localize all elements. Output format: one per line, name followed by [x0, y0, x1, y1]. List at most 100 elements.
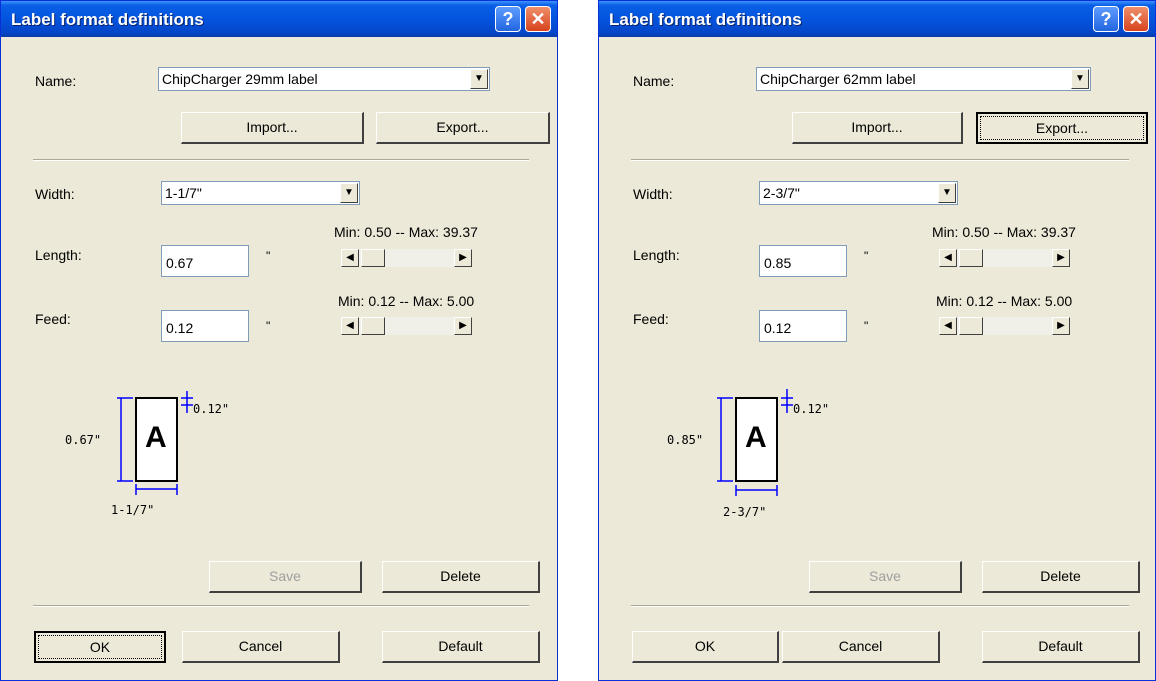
- import-label: Import...: [246, 119, 298, 135]
- chevron-down-icon[interactable]: ▼: [1071, 69, 1089, 89]
- preview-width-label: 1-1/7": [111, 503, 155, 517]
- preview-feed-label: 0.12": [793, 402, 830, 416]
- separator: [33, 605, 529, 607]
- feed-value: 0.12: [166, 320, 194, 336]
- ok-label: OK: [89, 639, 111, 655]
- cancel-button[interactable]: Cancel: [182, 631, 340, 663]
- delete-label: Delete: [1040, 568, 1081, 584]
- ok-button[interactable]: OK: [34, 631, 166, 663]
- name-value: ChipCharger 29mm label: [162, 71, 318, 87]
- import-label: Import...: [851, 119, 903, 135]
- export-label: Export...: [436, 119, 489, 135]
- feed-input[interactable]: 0.12: [759, 310, 847, 342]
- name-label: Name:: [633, 73, 675, 89]
- arrow-left-icon[interactable]: ◀: [341, 249, 359, 267]
- feed-unit: ": [864, 319, 869, 333]
- separator: [33, 159, 529, 161]
- length-input[interactable]: 0.67: [161, 245, 249, 277]
- feed-scrollbar[interactable]: ◀ ▶: [939, 317, 1070, 335]
- feed-unit: ": [266, 319, 271, 333]
- feed-scrollbar[interactable]: ◀ ▶: [341, 317, 472, 335]
- name-select[interactable]: ChipCharger 62mm label ▼: [756, 67, 1091, 91]
- feed-range-text: Min: 0.12 -- Max: 5.00: [936, 293, 1073, 309]
- feed-scroll-thumb[interactable]: [959, 317, 983, 335]
- separator: [631, 605, 1129, 607]
- question-mark-icon: ?: [502, 9, 514, 29]
- delete-button[interactable]: Delete: [982, 561, 1140, 593]
- length-unit: ": [864, 249, 869, 263]
- length-scrollbar[interactable]: ◀ ▶: [939, 249, 1070, 267]
- arrow-left-icon[interactable]: ◀: [939, 317, 957, 335]
- export-button[interactable]: Export...: [376, 112, 550, 144]
- ok-button[interactable]: OK: [632, 631, 779, 663]
- preview-length-label: 0.85": [667, 433, 704, 447]
- name-select[interactable]: ChipCharger 29mm label ▼: [158, 67, 490, 91]
- name-label: Name:: [35, 73, 77, 89]
- ok-label: OK: [694, 638, 716, 654]
- chevron-down-icon[interactable]: ▼: [938, 183, 956, 203]
- feed-range-text: Min: 0.12 -- Max: 5.00: [338, 293, 475, 309]
- preview-length-label: 0.67": [65, 433, 102, 447]
- arrow-right-icon[interactable]: ▶: [454, 317, 472, 335]
- length-label: Length:: [633, 247, 680, 263]
- label-format-dialog-1: Label format definitions ? ✕ Name: ChipC…: [0, 0, 558, 681]
- width-select[interactable]: 2-3/7" ▼: [759, 181, 958, 205]
- length-input[interactable]: 0.85: [759, 245, 847, 277]
- preview-width-label: 2-3/7": [723, 505, 767, 519]
- feed-label: Feed:: [35, 311, 71, 327]
- window-title: Label format definitions: [11, 10, 204, 29]
- length-range-text: Min: 0.50 -- Max: 39.37: [334, 224, 478, 240]
- feed-input[interactable]: 0.12: [161, 310, 249, 342]
- width-select[interactable]: 1-1/7" ▼: [161, 181, 360, 205]
- default-label: Default: [438, 638, 483, 654]
- default-button[interactable]: Default: [382, 631, 540, 663]
- length-scroll-thumb[interactable]: [959, 249, 983, 267]
- preview-feed-label: 0.12": [193, 402, 230, 416]
- feed-value: 0.12: [764, 320, 792, 336]
- arrow-left-icon[interactable]: ◀: [341, 317, 359, 335]
- export-label: Export...: [1035, 120, 1089, 136]
- preview-letter: A: [745, 421, 767, 454]
- length-range-text: Min: 0.50 -- Max: 39.37: [932, 224, 1076, 240]
- label-format-dialog-2: Label format definitions ? ✕ Name: ChipC…: [598, 0, 1156, 681]
- length-unit: ": [266, 249, 271, 263]
- import-button[interactable]: Import...: [792, 112, 963, 144]
- name-value: ChipCharger 62mm label: [760, 71, 916, 87]
- save-label: Save: [869, 568, 901, 584]
- chevron-down-icon[interactable]: ▼: [340, 183, 358, 203]
- delete-button[interactable]: Delete: [382, 561, 540, 593]
- length-scroll-thumb[interactable]: [361, 249, 385, 267]
- arrow-right-icon[interactable]: ▶: [1052, 249, 1070, 267]
- default-button[interactable]: Default: [982, 631, 1140, 663]
- export-button[interactable]: Export...: [976, 112, 1148, 144]
- help-button[interactable]: ?: [495, 6, 521, 32]
- window-title: Label format definitions: [609, 10, 802, 29]
- question-mark-icon: ?: [1100, 9, 1112, 29]
- length-scrollbar[interactable]: ◀ ▶: [341, 249, 472, 267]
- arrow-right-icon[interactable]: ▶: [454, 249, 472, 267]
- cancel-button[interactable]: Cancel: [782, 631, 940, 663]
- title-bar[interactable]: Label format definitions ? ✕: [599, 1, 1155, 37]
- close-button[interactable]: ✕: [525, 6, 551, 32]
- save-button[interactable]: Save: [809, 561, 962, 593]
- chevron-down-icon[interactable]: ▼: [470, 69, 488, 89]
- separator: [631, 159, 1129, 161]
- feed-scroll-thumb[interactable]: [361, 317, 385, 335]
- import-button[interactable]: Import...: [181, 112, 364, 144]
- feed-label: Feed:: [633, 311, 669, 327]
- arrow-left-icon[interactable]: ◀: [939, 249, 957, 267]
- save-button[interactable]: Save: [209, 561, 362, 593]
- length-value: 0.85: [764, 255, 792, 271]
- help-button[interactable]: ?: [1093, 6, 1119, 32]
- cancel-label: Cancel: [838, 638, 883, 654]
- title-bar[interactable]: Label format definitions ? ✕: [1, 1, 557, 37]
- arrow-right-icon[interactable]: ▶: [1052, 317, 1070, 335]
- close-x-icon: ✕: [530, 9, 546, 29]
- width-value: 2-3/7": [763, 185, 800, 201]
- width-label: Width:: [633, 186, 673, 202]
- close-button[interactable]: ✕: [1123, 6, 1149, 32]
- delete-label: Delete: [440, 568, 481, 584]
- width-value: 1-1/7": [165, 185, 202, 201]
- default-label: Default: [1038, 638, 1083, 654]
- cancel-label: Cancel: [238, 638, 283, 654]
